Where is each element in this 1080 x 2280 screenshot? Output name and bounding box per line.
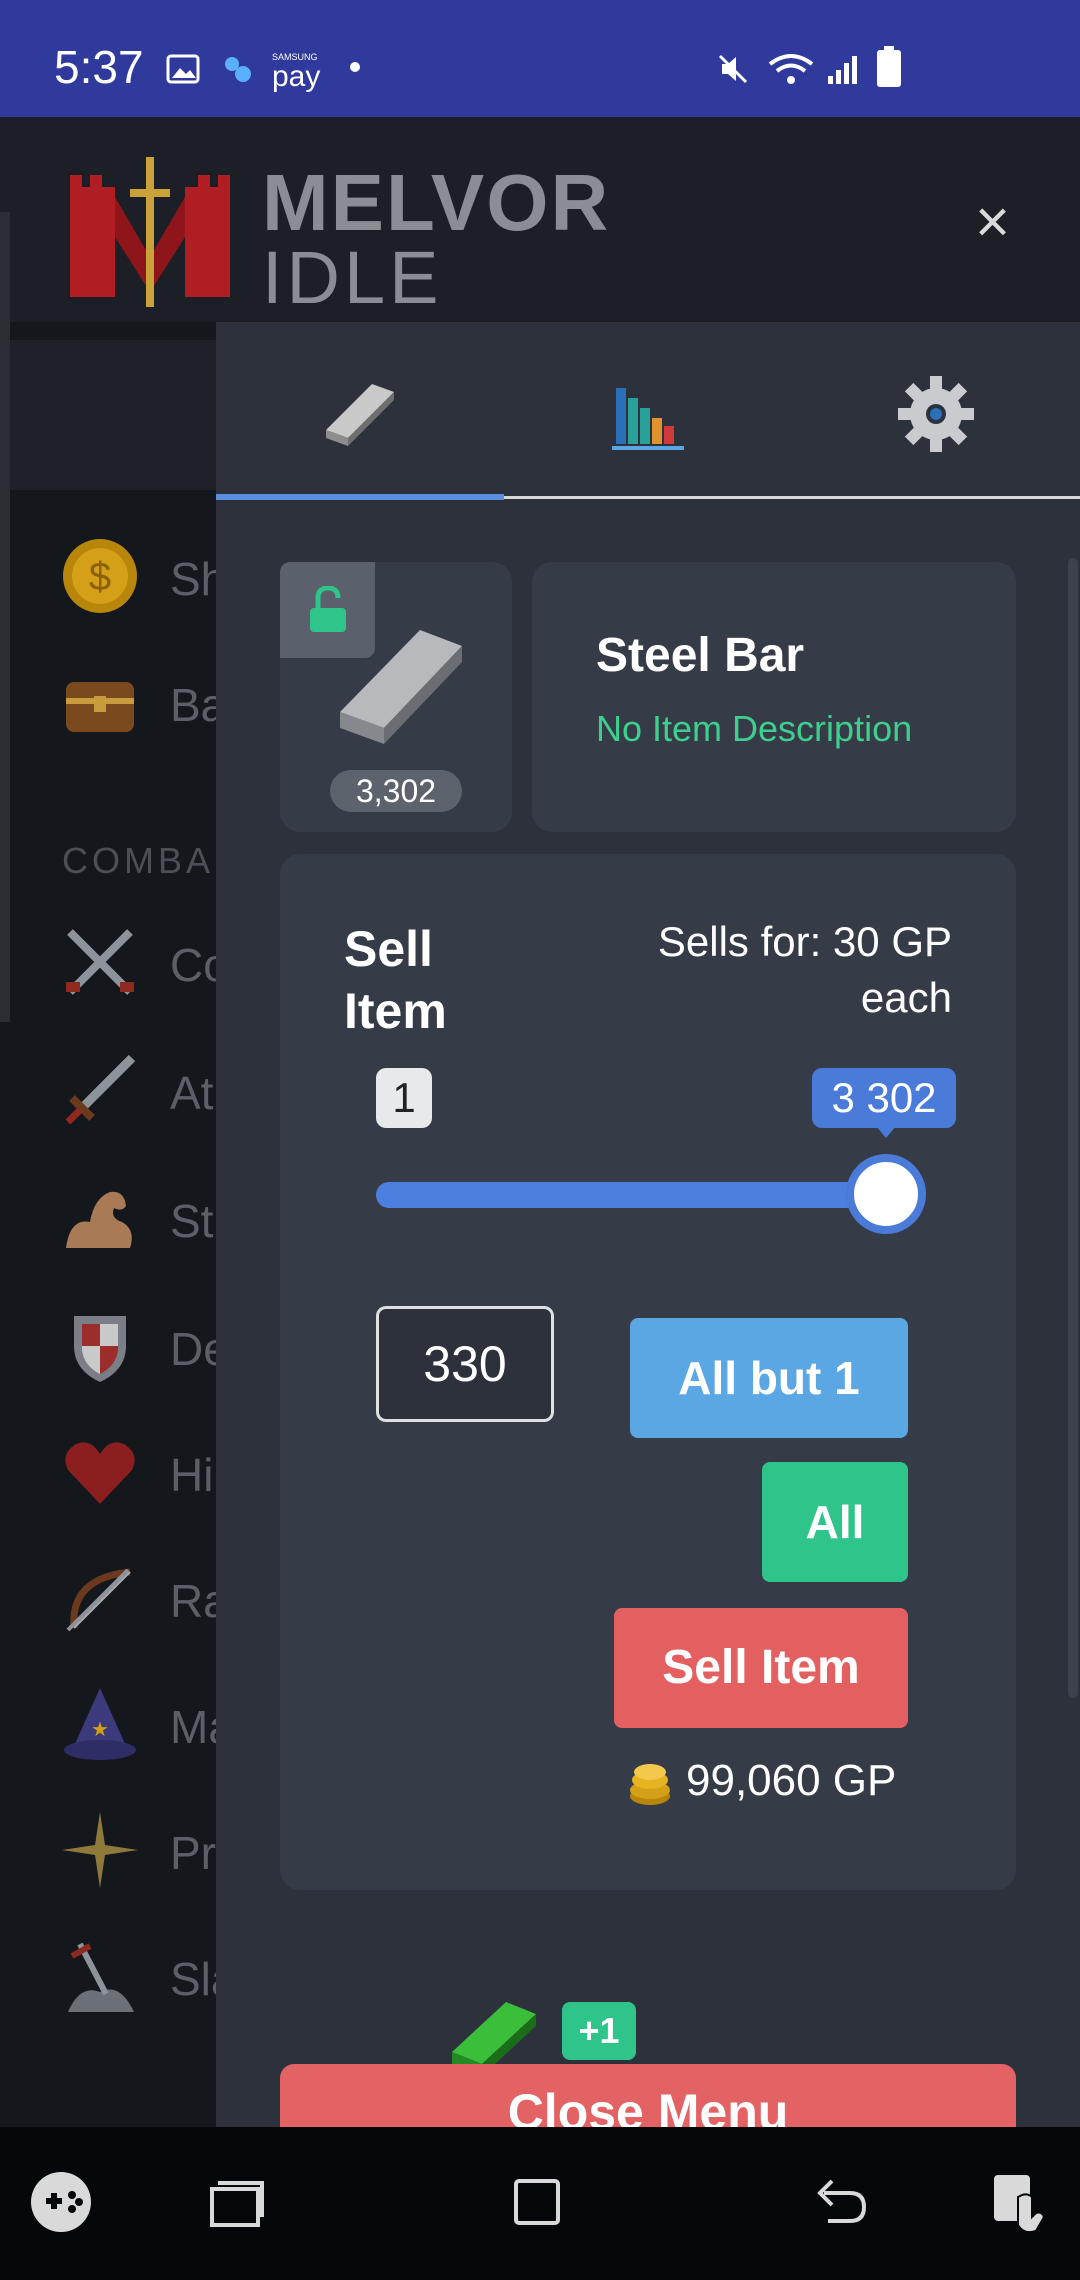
slider-max-label: 3 302 — [812, 1068, 956, 1128]
pay-label: pay — [272, 60, 321, 93]
all-button[interactable]: All — [762, 1462, 908, 1582]
touch-lock-icon[interactable] — [984, 2167, 1054, 2237]
crossed-swords-icon — [66, 929, 134, 995]
sidebar-item-label: St — [170, 1195, 214, 1247]
sword-in-stone-icon — [68, 1942, 134, 2012]
sparkle-icon — [62, 1812, 138, 1888]
sword-icon — [65, 1054, 136, 1125]
sidebar-item-label: At — [170, 1067, 214, 1119]
item-name: Steel Bar — [596, 629, 805, 682]
item-info-card — [532, 562, 1016, 832]
close-sidebar-button[interactable]: × — [975, 187, 1010, 256]
unlock-icon — [310, 586, 346, 632]
chest-icon — [66, 682, 134, 732]
tab-stats[interactable] — [504, 322, 792, 500]
recent-apps-icon[interactable] — [200, 2167, 270, 2237]
muscle-icon — [66, 1191, 132, 1248]
active-tab-indicator — [216, 494, 504, 500]
battery-icon — [877, 46, 901, 87]
all-but-one-button[interactable]: All but 1 — [630, 1318, 908, 1438]
item-panel: 3,302 Steel Bar No Item Description Sell… — [216, 322, 1080, 2127]
gain-notification-badge: +1 — [562, 2002, 636, 2060]
status-time: 5:37 — [54, 41, 144, 93]
close-menu-button[interactable]: Close Menu — [280, 2064, 1016, 2127]
sell-title: Sell Item — [344, 921, 447, 1039]
gear-icon — [898, 376, 974, 452]
mute-icon — [718, 54, 748, 84]
back-icon[interactable] — [804, 2167, 874, 2237]
sidebar: $ Sh Ba COMBA Co At St De Hi Ra ★ Ma Pr … — [0, 212, 236, 2127]
navigation-bar — [0, 2127, 1080, 2280]
sell-price: Sells for: 30 GP each — [657, 918, 952, 1021]
heart-icon — [65, 1442, 135, 1504]
item-quantity-badge: 3,302 — [330, 770, 462, 812]
gp-coins-icon — [630, 1764, 670, 1805]
sidebar-band — [0, 340, 218, 490]
settings-sync-icon — [225, 57, 251, 82]
logo-subtitle: IDLE — [262, 236, 443, 319]
sell-item-button[interactable]: Sell Item — [614, 1608, 908, 1728]
game-launcher-icon[interactable] — [26, 2167, 96, 2237]
status-bar: 5:37 SAMSUNG pay — [0, 0, 1080, 117]
bar-chart-icon — [612, 388, 684, 450]
bar-icon — [326, 384, 394, 446]
sell-quantity-input[interactable] — [376, 1306, 554, 1422]
panel-scrollbar[interactable] — [1068, 558, 1078, 1698]
signal-icon — [828, 56, 857, 84]
shield-icon — [74, 1316, 126, 1382]
tab-item[interactable] — [216, 322, 504, 500]
wifi-icon — [768, 54, 814, 84]
svg-text:★: ★ — [91, 1717, 109, 1741]
sidebar-item-label: Pr — [170, 1827, 216, 1879]
tab-bar — [216, 322, 1080, 500]
sidebar-scrollbar[interactable] — [0, 212, 10, 1022]
logo-icon — [70, 157, 230, 307]
item-description: No Item Description — [596, 708, 913, 749]
bow-icon — [66, 1568, 131, 1632]
sell-total: 99,060 GP — [686, 1756, 897, 1805]
notification-dot — [350, 62, 360, 72]
sidebar-item-label: Hi — [170, 1449, 214, 1501]
app-header: MELVOR IDLE × — [0, 117, 1080, 322]
lock-toggle[interactable] — [280, 562, 375, 658]
slider-min-label: 1 — [376, 1068, 432, 1128]
home-icon[interactable] — [502, 2167, 572, 2237]
slider-max-pointer — [876, 1126, 896, 1138]
image-icon — [166, 54, 200, 84]
quantity-slider-handle[interactable] — [846, 1154, 926, 1234]
sidebar-section-combat: COMBA — [62, 840, 215, 881]
tab-settings[interactable] — [792, 322, 1080, 500]
wizard-hat-icon: ★ — [64, 1688, 136, 1760]
quantity-slider[interactable] — [376, 1182, 876, 1208]
coin-icon: $ — [63, 539, 137, 613]
svg-text:$: $ — [89, 555, 111, 599]
